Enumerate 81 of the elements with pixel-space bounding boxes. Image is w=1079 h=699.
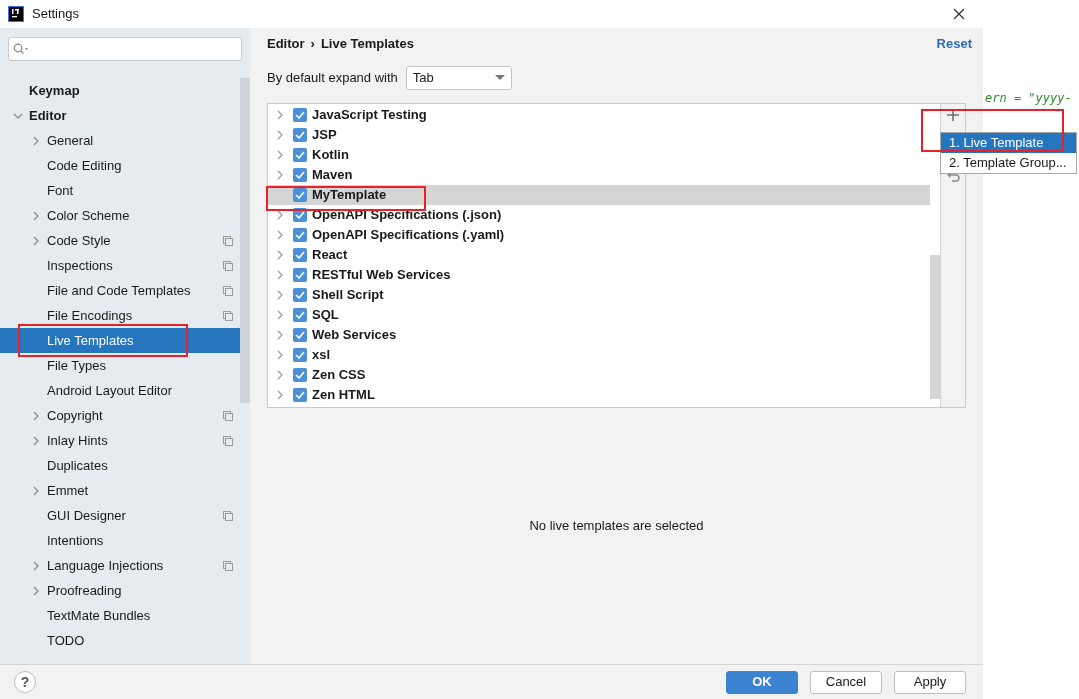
sidebar-item[interactable]: Color Scheme [0, 203, 240, 228]
checkbox[interactable] [293, 308, 307, 322]
help-button[interactable]: ? [14, 671, 36, 693]
checkbox[interactable] [293, 288, 307, 302]
breadcrumb-text: Live Templates [320, 34, 414, 53]
checkbox[interactable] [293, 348, 307, 362]
template-group-row[interactable]: Zen CSS [268, 365, 930, 385]
sidebar-item[interactable]: File and Code Templates [0, 278, 240, 303]
empty-message: No live templates are selected [529, 517, 704, 536]
sidebar-item[interactable]: Live Templates [0, 328, 240, 353]
template-group-row[interactable]: JSP [268, 125, 930, 145]
template-group-row[interactable]: Shell Script [268, 285, 930, 305]
sidebar-item[interactable]: General [0, 128, 240, 153]
sidebar-item[interactable]: GUI Designer [0, 503, 240, 528]
sidebar-item[interactable]: Emmet [0, 478, 240, 503]
scrollbar-thumb[interactable] [930, 255, 940, 399]
sidebar-item[interactable]: Duplicates [0, 453, 240, 478]
checkbox[interactable] [293, 268, 307, 282]
sidebar-item[interactable]: Keymap [0, 78, 240, 103]
add-icon[interactable] [947, 109, 959, 121]
sidebar-item[interactable]: Inlay Hints [0, 428, 240, 453]
sidebar-item[interactable]: Font [0, 178, 240, 203]
chevron-right-icon[interactable] [31, 485, 41, 496]
expand-with-dropdown[interactable]: Tab [405, 66, 512, 90]
window-title: Settings [32, 5, 79, 24]
sidebar-item[interactable]: File Types [0, 353, 240, 378]
sidebar-item[interactable]: Android Layout Editor [0, 378, 240, 403]
template-group-row[interactable]: OpenAPI Specifications (.yaml) [268, 225, 930, 245]
chevron-right-icon[interactable] [31, 435, 41, 446]
expand-with-label: By default expand with [267, 69, 398, 88]
breadcrumb-text: Editor [267, 34, 305, 53]
template-group-row[interactable]: Zen HTML [268, 385, 930, 405]
chevron-right-icon[interactable] [31, 210, 41, 221]
sidebar-item[interactable]: Code Editing [0, 153, 240, 178]
checkbox[interactable] [293, 168, 307, 182]
app-logo-icon [8, 6, 24, 22]
menu-item[interactable]: 2. Template Group... [941, 153, 1076, 173]
chevron-right-icon[interactable] [31, 560, 41, 571]
sidebar-item[interactable]: File Encodings [0, 303, 240, 328]
template-group-row[interactable]: Kotlin [268, 145, 930, 165]
checkbox[interactable] [293, 388, 307, 402]
checkbox[interactable] [293, 128, 307, 142]
template-group-row[interactable]: Web Services [268, 325, 930, 345]
template-group-row[interactable]: React [268, 245, 930, 265]
search-icon [13, 43, 29, 55]
template-group-row[interactable]: xsl [268, 345, 930, 365]
reset-link[interactable]: Reset [936, 33, 972, 54]
template-group-row[interactable]: JavaScript Testing [268, 105, 930, 125]
checkbox[interactable] [293, 248, 307, 262]
ok-button[interactable]: OK [726, 670, 798, 694]
dialog-button[interactable]: Cancel [810, 670, 882, 694]
search-field[interactable] [8, 37, 242, 61]
template-group-row[interactable]: SQL [268, 305, 930, 325]
sidebar-item[interactable]: Language Injections [0, 553, 240, 578]
sidebar-item[interactable]: Copyright [0, 403, 240, 428]
template-group-row[interactable]: Maven [268, 165, 930, 185]
sidebar-item[interactable]: TextMate Bundles [0, 603, 240, 628]
sidebar-item[interactable]: Intentions [0, 528, 240, 553]
template-group-row[interactable]: MyTemplate [268, 185, 930, 205]
dialog-button[interactable]: Apply [894, 670, 966, 694]
sidebar-item[interactable]: TODO [0, 628, 240, 653]
sidebar-item[interactable]: Proofreading [0, 578, 240, 603]
chevron-right-icon[interactable] [31, 135, 41, 146]
checkbox[interactable] [293, 108, 307, 122]
checkbox[interactable] [293, 368, 307, 382]
scrollbar-thumb[interactable] [240, 78, 250, 403]
checkbox[interactable] [293, 188, 307, 202]
sidebar-item[interactable]: Editor [0, 103, 240, 128]
checkbox[interactable] [293, 228, 307, 242]
breadcrumb-text: › [310, 34, 315, 53]
undo-icon[interactable] [946, 172, 960, 184]
template-group-row[interactable]: RESTful Web Services [268, 265, 930, 285]
chevron-right-icon[interactable] [31, 410, 41, 421]
code-text: ern = "yyyy- [985, 91, 1072, 105]
dropdown-caret-icon [494, 75, 505, 81]
sidebar-item[interactable]: Code Style [0, 228, 240, 253]
sidebar-item[interactable]: Inspections [0, 253, 240, 278]
checkbox[interactable] [293, 328, 307, 342]
chevron-right-icon[interactable] [31, 585, 41, 596]
checkbox[interactable] [293, 148, 307, 162]
chevron-right-icon[interactable] [31, 235, 41, 246]
